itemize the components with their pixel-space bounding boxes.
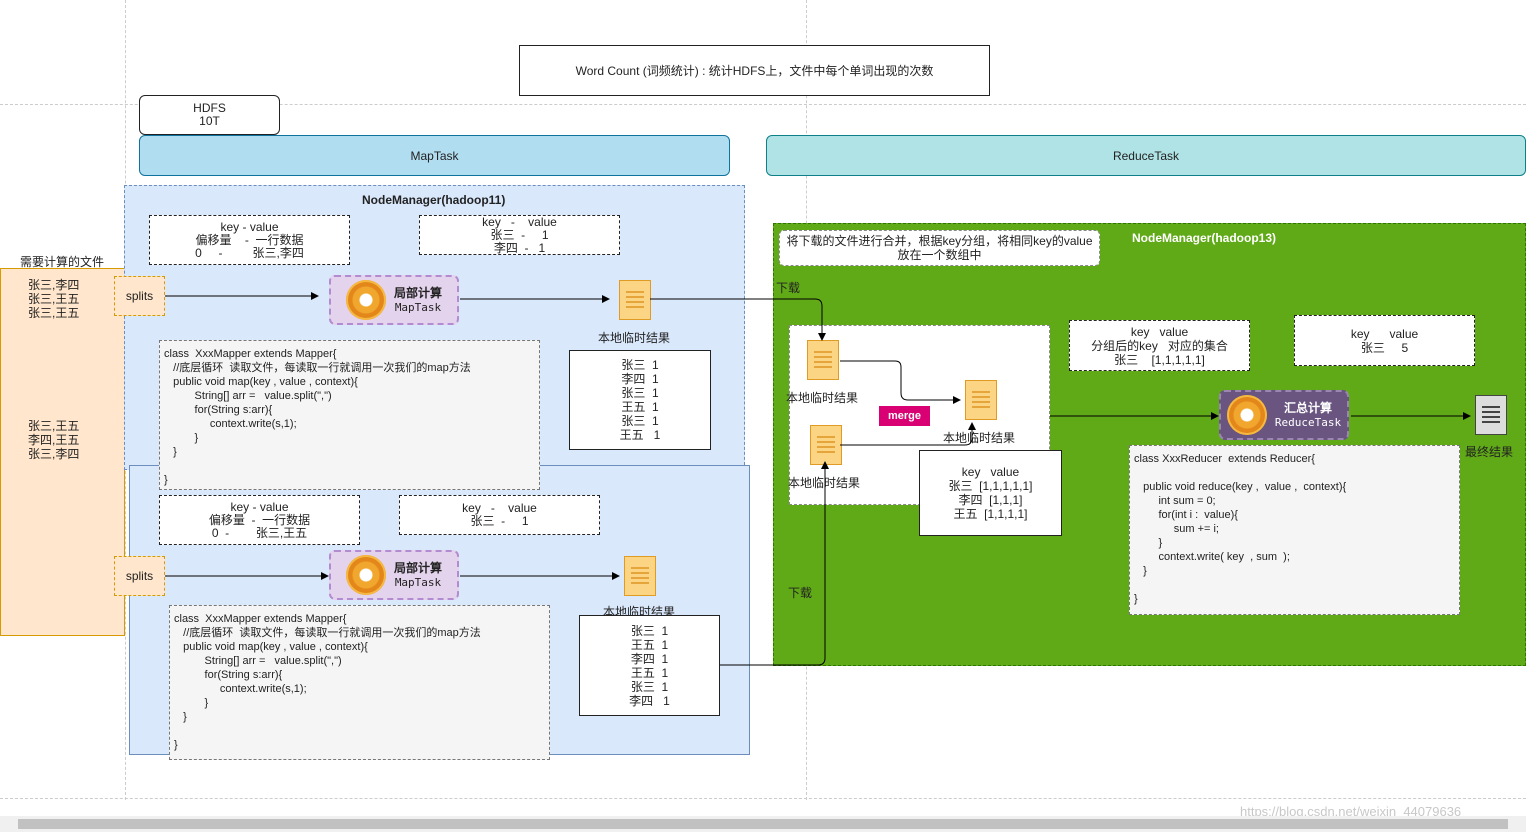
- connector-arrows: [165, 292, 1471, 666]
- scrollbar-thumb[interactable]: [18, 819, 1508, 829]
- horizontal-scrollbar[interactable]: [0, 816, 1526, 832]
